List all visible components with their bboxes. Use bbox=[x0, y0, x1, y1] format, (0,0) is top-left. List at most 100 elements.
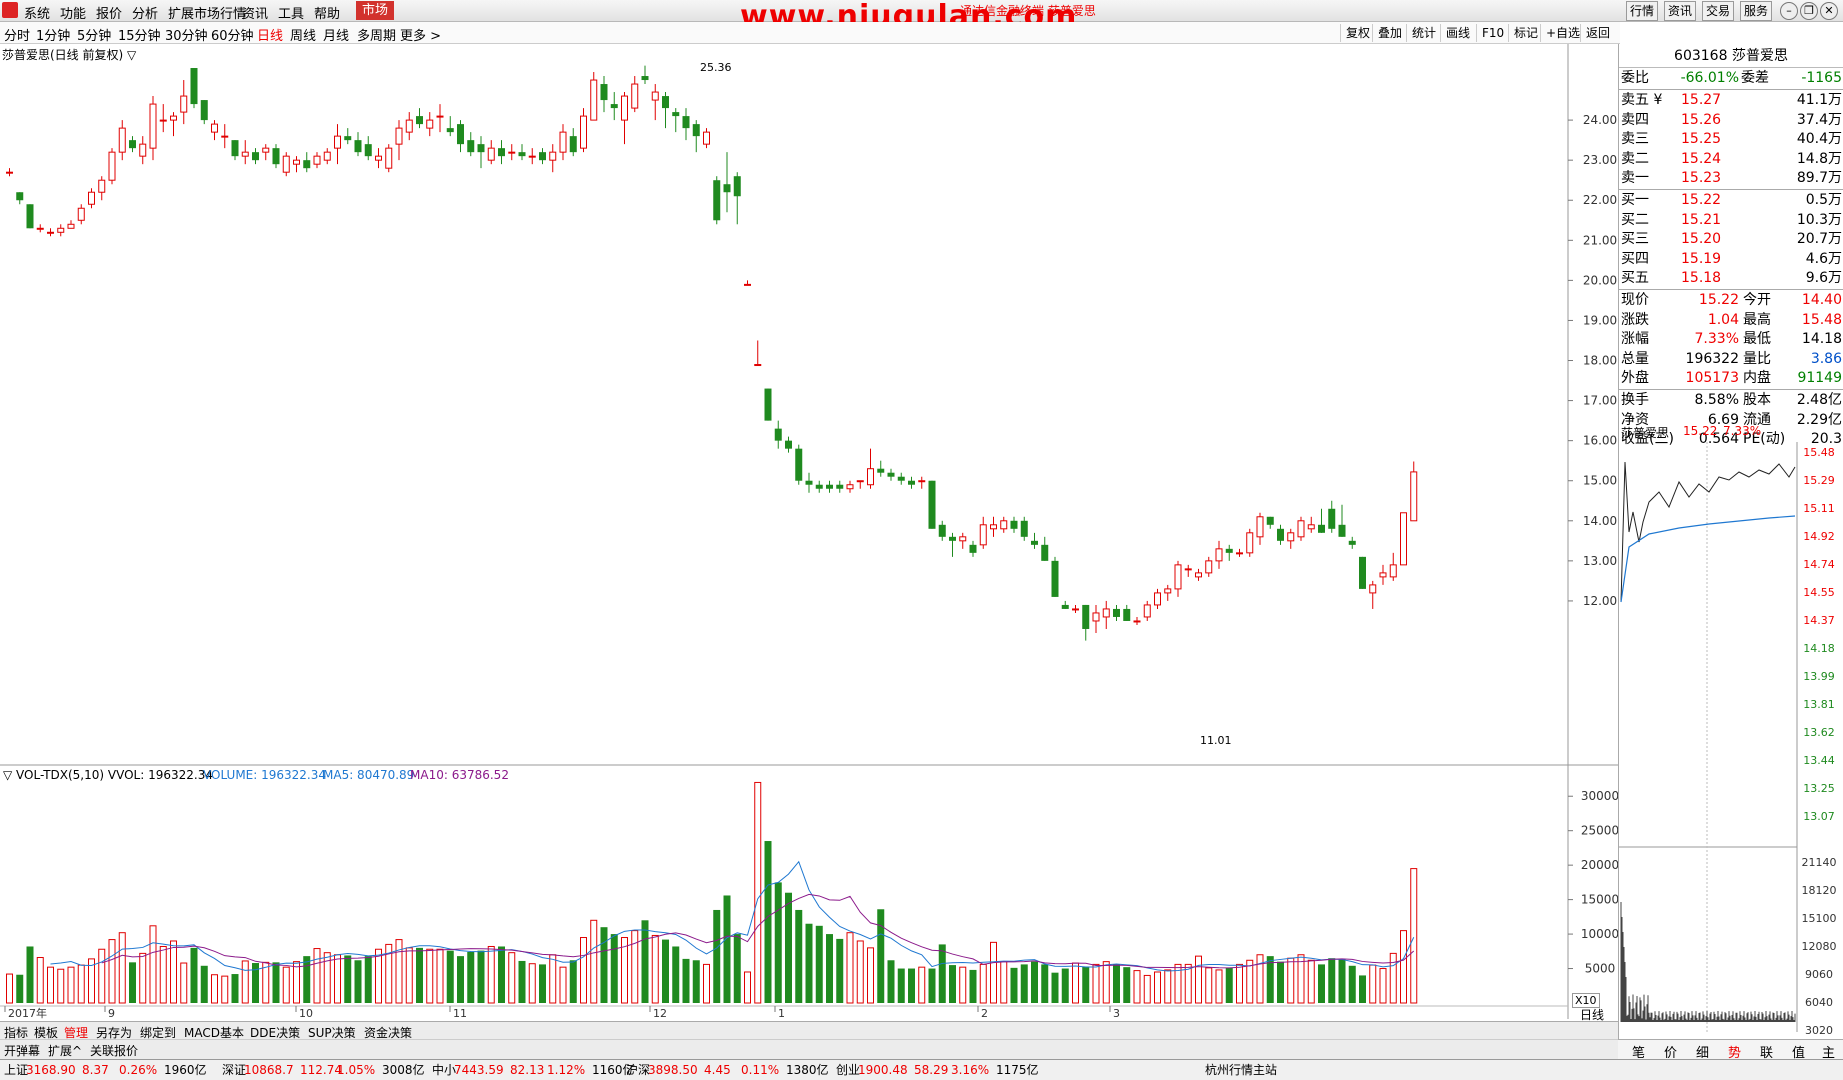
candle-body bbox=[1010, 520, 1018, 529]
period-1min[interactable]: 1分钟 bbox=[36, 25, 70, 44]
mini-vol-tick: 12080 bbox=[1802, 940, 1837, 953]
candle-body bbox=[1174, 564, 1182, 590]
volume-bar bbox=[1348, 965, 1356, 1003]
candle-body bbox=[1369, 584, 1377, 594]
volume-bar bbox=[733, 934, 741, 1003]
volume-bar bbox=[723, 895, 731, 1003]
candle-body bbox=[241, 151, 249, 157]
candle-body bbox=[6, 171, 13, 174]
status-site[interactable]: 杭州行情主站 bbox=[1205, 1060, 1277, 1080]
volume-bar bbox=[1277, 961, 1284, 1003]
volume-bar bbox=[1369, 964, 1377, 1004]
volume-bar bbox=[262, 961, 270, 1004]
volume-bar bbox=[1359, 975, 1366, 1003]
mini-price-tick: 14.92 bbox=[1803, 530, 1835, 543]
volume-bar bbox=[764, 841, 772, 1003]
candle-body bbox=[785, 440, 792, 449]
tool-draw[interactable]: 画线 bbox=[1440, 24, 1470, 42]
status-index-value: 7443.59 bbox=[454, 1063, 504, 1077]
kline-chart-area[interactable]: 24.00 23.00 22.00 21.00 20.00 19.00 18.00 17.00… bbox=[0, 44, 1618, 1022]
tab-danmu[interactable]: 开弹幕 bbox=[4, 1042, 40, 1059]
top-button-news[interactable]: 资讯 bbox=[1664, 1, 1697, 21]
candle-body bbox=[149, 103, 157, 149]
volume-bar bbox=[1010, 967, 1018, 1003]
volume-bar bbox=[1072, 962, 1079, 1004]
restore-icon[interactable]: ❐ bbox=[1800, 2, 1818, 20]
period-30min[interactable]: 30分钟 bbox=[165, 25, 208, 44]
candle-body bbox=[631, 83, 639, 109]
candle-body bbox=[1184, 568, 1192, 571]
volume-bar bbox=[528, 963, 536, 1004]
period-5min[interactable]: 5分钟 bbox=[77, 25, 111, 44]
window-title: 通达信金融终端 莎普爱思 bbox=[960, 4, 1096, 18]
tool-back[interactable]: 返回 bbox=[1580, 24, 1610, 42]
price-tick-label: 23.00 bbox=[1583, 153, 1617, 167]
period-multi[interactable]: 多周期 bbox=[357, 25, 396, 44]
top-button-quote[interactable]: 行情 bbox=[1626, 1, 1659, 21]
volume-bar bbox=[959, 966, 967, 1004]
tool-f10[interactable]: F10 bbox=[1476, 24, 1504, 42]
period-daily[interactable]: 日线 bbox=[257, 25, 283, 44]
quote-row: 买二 15.21 10.3万 bbox=[1619, 211, 1843, 230]
top-button-service[interactable]: 服务 bbox=[1740, 1, 1773, 21]
candle-body bbox=[795, 448, 803, 481]
menu-help[interactable]: 帮助 bbox=[314, 3, 340, 22]
weibi-label: 委比 bbox=[1621, 70, 1649, 86]
intraday-mini-chart[interactable]: 莎普爱思 15.22 7.33% 15.48 15.29 15.11 14.92 14.… bbox=[1618, 422, 1843, 1042]
volume-bar bbox=[1318, 964, 1325, 1003]
volume-bar bbox=[877, 909, 885, 1003]
period-fenshi[interactable]: 分时 bbox=[4, 25, 30, 44]
vol-tick-label: 15000 bbox=[1581, 893, 1618, 907]
status-index-pct: 1.05% bbox=[337, 1063, 376, 1077]
price-tick-label: 21.00 bbox=[1583, 233, 1617, 247]
candle-body bbox=[293, 159, 300, 165]
menu-market[interactable]: 市场 bbox=[356, 1, 395, 20]
candle-body bbox=[1338, 524, 1346, 537]
tool-overlay[interactable]: 叠加 bbox=[1372, 24, 1402, 42]
volume-bar bbox=[47, 966, 54, 1004]
vol-legend-ma5: MA5: 80470.89 bbox=[323, 768, 415, 782]
sell-level-price: 15.25 bbox=[1681, 131, 1722, 147]
tool-add-watchlist[interactable]: +自选 bbox=[1540, 24, 1580, 42]
minimize-icon[interactable]: – bbox=[1780, 2, 1798, 20]
chart-title[interactable]: 莎普爱思(日线 前复权) ▽ bbox=[2, 46, 136, 63]
quote-row: 换手 8.58% 股本 2.48亿 bbox=[1619, 391, 1843, 410]
tool-stats[interactable]: 统计 bbox=[1406, 24, 1436, 42]
menu-ext-market[interactable]: 扩展市场行情 bbox=[168, 3, 246, 22]
period-more[interactable]: 更多 > bbox=[400, 25, 441, 44]
date-tick-label: 1 bbox=[778, 1007, 785, 1019]
close-icon[interactable]: ✕ bbox=[1820, 2, 1838, 20]
tab-related[interactable]: 关联报价 bbox=[90, 1042, 138, 1059]
tool-fuquan[interactable]: 复权 bbox=[1340, 24, 1370, 42]
vol-title[interactable]: ▽ VOL-TDX(5,10) VVOL: 196322.34 bbox=[3, 768, 213, 782]
candle-body bbox=[1061, 604, 1069, 609]
candle-body bbox=[723, 184, 731, 193]
period-15min[interactable]: 15分钟 bbox=[118, 25, 161, 44]
menu-quote[interactable]: 报价 bbox=[96, 3, 122, 22]
tab-extend[interactable]: 扩展^ bbox=[48, 1042, 82, 1059]
stat-label: 最高 bbox=[1743, 311, 1771, 328]
candle-body bbox=[1328, 508, 1336, 529]
menu-system[interactable]: 系统 bbox=[24, 3, 50, 22]
kline-svg[interactable]: 24.00 23.00 22.00 21.00 20.00 19.00 18.00 17.00… bbox=[0, 44, 1618, 1019]
candle-body bbox=[1215, 548, 1223, 562]
candle-body bbox=[621, 95, 628, 121]
high-price-label: 25.36 bbox=[700, 61, 732, 74]
menu-function[interactable]: 功能 bbox=[60, 3, 86, 22]
mini-price-tick: 14.18 bbox=[1803, 642, 1835, 655]
menu-tools[interactable]: 工具 bbox=[278, 3, 304, 22]
tool-mark[interactable]: 标记 bbox=[1508, 24, 1538, 42]
candle-body bbox=[867, 468, 874, 486]
menu-news[interactable]: 资讯 bbox=[242, 3, 268, 22]
status-index-value: 3898.50 bbox=[648, 1063, 698, 1077]
menu-analysis[interactable]: 分析 bbox=[132, 3, 158, 22]
volume-bar bbox=[200, 965, 208, 1003]
volume-bar bbox=[1164, 969, 1172, 1004]
period-monthly[interactable]: 月线 bbox=[323, 25, 349, 44]
period-60min[interactable]: 60分钟 bbox=[211, 25, 254, 44]
volume-bar bbox=[1020, 964, 1028, 1003]
top-button-trade[interactable]: 交易 bbox=[1702, 1, 1735, 21]
period-weekly[interactable]: 周线 bbox=[290, 25, 316, 44]
mini-vol-tick: 21140 bbox=[1802, 856, 1837, 869]
candle-body bbox=[26, 204, 34, 229]
